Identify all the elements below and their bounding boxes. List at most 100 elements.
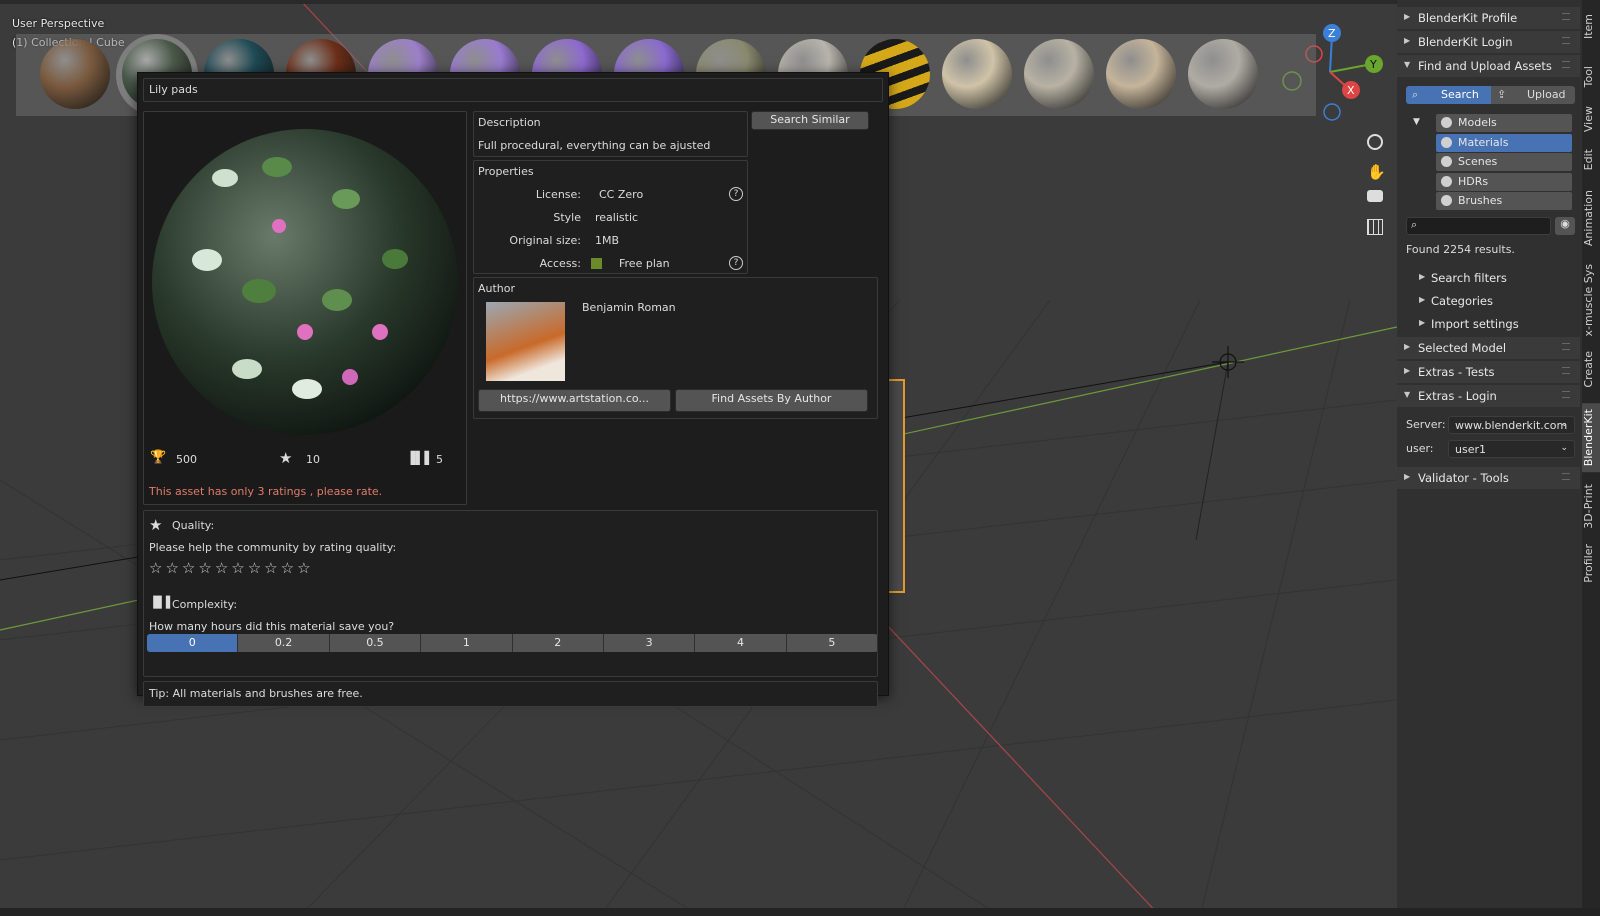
upload-tab-label: Upload xyxy=(1527,88,1566,101)
complexity-icon: ▐▌▌ xyxy=(406,451,434,465)
tab-view[interactable]: View xyxy=(1582,100,1600,138)
rating-warning: This asset has only 3 ratings , please r… xyxy=(149,485,383,498)
sidebar-search-input[interactable] xyxy=(1406,217,1551,235)
search-field-icon: ⌕ xyxy=(1411,218,1418,231)
category-brushes-icon xyxy=(1441,195,1452,206)
hours-option[interactable]: 2 xyxy=(513,634,604,652)
size-value: 1MB xyxy=(595,234,620,247)
rating-star-5[interactable]: ☆ xyxy=(215,559,228,577)
tab-3d-print[interactable]: 3D-Print xyxy=(1582,478,1600,535)
properties-label: Properties xyxy=(478,165,534,178)
user-dropdown[interactable]: user1 ⌄ xyxy=(1448,440,1575,458)
panel-profile[interactable]: ▶ BlenderKit Profile xyxy=(1397,7,1580,29)
asset-preview-panel: 🏆 500 ★ 10 ▐▌▌ 5 This asset has only 3 r… xyxy=(143,111,467,505)
search-similar-button[interactable]: Search Similar xyxy=(751,111,869,130)
panel-validator[interactable]: ▶ Validator - Tools xyxy=(1397,467,1580,489)
author-box: Author Benjamin Roman https://www.artsta… xyxy=(473,277,878,419)
quality-stars[interactable]: ☆ ☆ ☆ ☆ ☆ ☆ ☆ ☆ ☆ ☆ xyxy=(149,559,314,577)
category-materials[interactable]: Materials xyxy=(1436,133,1572,152)
zoom-icon[interactable] xyxy=(1367,134,1383,150)
panel-extras-login[interactable]: ▼ Extras - Login xyxy=(1397,385,1580,407)
rating-star-6[interactable]: ☆ xyxy=(231,559,244,577)
extras-tests-title: Extras - Tests xyxy=(1418,365,1495,379)
hours-option[interactable]: 0.5 xyxy=(330,634,422,652)
pan-hand-icon[interactable]: ✋ xyxy=(1367,163,1386,181)
panel-selected-model[interactable]: ▶ Selected Model xyxy=(1397,337,1580,359)
blenderkit-sidebar: ▶ BlenderKit Profile ▶ BlenderKit Login ▼ F… xyxy=(1397,0,1582,916)
tab-tool[interactable]: Tool xyxy=(1582,60,1600,93)
tip-box: Tip: All materials and brushes are free. xyxy=(143,681,878,707)
tab-blenderkit[interactable]: BlenderKit xyxy=(1582,403,1600,473)
panel-find-upload[interactable]: ▼ Find and Upload Assets xyxy=(1397,55,1580,77)
size-key: Original size: xyxy=(509,234,581,247)
thumbnail-tile-2[interactable] xyxy=(1024,39,1094,109)
thumbnail-wood[interactable] xyxy=(40,39,110,109)
hours-option[interactable]: 1 xyxy=(421,634,513,652)
author-avatar xyxy=(486,302,565,381)
rating-star-8[interactable]: ☆ xyxy=(264,559,277,577)
panel-extras-tests[interactable]: ▶ Extras - Tests xyxy=(1397,361,1580,383)
tab-item[interactable]: Item xyxy=(1582,8,1600,45)
camera-icon[interactable] xyxy=(1367,190,1383,202)
results-count: Found 2254 results. xyxy=(1406,243,1515,256)
server-value: www.blenderkit.com xyxy=(1455,419,1568,432)
tab-profiler[interactable]: Profiler xyxy=(1582,538,1600,589)
hours-option[interactable]: 4 xyxy=(695,634,787,652)
rating-star-3[interactable]: ☆ xyxy=(182,559,195,577)
search-tab-label: Search xyxy=(1441,88,1479,101)
category-scenes[interactable]: Scenes xyxy=(1436,153,1572,171)
access-help-icon[interactable]: ? xyxy=(729,256,743,270)
asset-title-box: Lily pads xyxy=(143,78,883,102)
license-key: License: xyxy=(535,188,581,201)
tab-animation[interactable]: Animation xyxy=(1582,184,1600,252)
categories-collapse-arrow[interactable]: ▼ xyxy=(1413,117,1420,127)
rating-star-7[interactable]: ☆ xyxy=(248,559,261,577)
thumbnail-tile-3[interactable] xyxy=(1106,39,1176,109)
viewport-perspective-label: User Perspective xyxy=(12,17,105,30)
top-header-strip xyxy=(0,0,1600,4)
sidebar-vertical-tabs: Item Tool View Edit Animation x-muscle Sys Cre… xyxy=(1582,0,1600,916)
hours-saved-selector[interactable]: 0 0.2 0.5 1 2 3 4 5 xyxy=(147,634,878,652)
asset-preview-sphere xyxy=(152,129,458,435)
asset-title: Lily pads xyxy=(149,83,198,96)
server-dropdown[interactable]: www.blenderkit.com ⌄ xyxy=(1448,416,1575,434)
thumbnail-tile-1[interactable] xyxy=(942,39,1012,109)
tab-edit[interactable]: Edit xyxy=(1582,143,1600,176)
tab-x-muscle-sys[interactable]: x-muscle Sys xyxy=(1582,258,1600,343)
search-tab[interactable]: ⌕ Search xyxy=(1406,86,1491,104)
thumbnail-tile-4[interactable] xyxy=(1188,39,1258,109)
complexity-prompt: How many hours did this material save yo… xyxy=(149,620,395,633)
subpanel-categories[interactable]: ▶ Categories xyxy=(1397,290,1580,312)
category-hdrs[interactable]: HDRs xyxy=(1436,172,1572,191)
upload-tab[interactable]: ⇪ Upload xyxy=(1491,86,1575,104)
rating-star-1[interactable]: ☆ xyxy=(149,559,162,577)
hours-option[interactable]: 5 xyxy=(787,634,878,652)
hours-option[interactable]: 3 xyxy=(604,634,696,652)
find-by-author-button[interactable]: Find Assets By Author xyxy=(675,389,868,412)
category-models[interactable]: Models xyxy=(1436,114,1572,132)
category-brushes[interactable]: Brushes xyxy=(1436,192,1572,210)
tab-create[interactable]: Create xyxy=(1582,345,1600,394)
hours-option[interactable]: 0.2 xyxy=(238,634,330,652)
rating-star-2[interactable]: ☆ xyxy=(165,559,178,577)
rating-star-9[interactable]: ☆ xyxy=(281,559,294,577)
search-filters-title: Search filters xyxy=(1431,271,1507,285)
category-label: HDRs xyxy=(1458,174,1489,188)
description-label: Description xyxy=(478,116,541,129)
hours-option[interactable]: 0 xyxy=(147,634,239,652)
access-value: Free plan xyxy=(619,257,670,270)
subpanel-search-filters[interactable]: ▶ Search filters xyxy=(1397,267,1580,289)
access-color-swatch xyxy=(591,258,602,269)
author-url-button[interactable]: https://www.artstation.co... xyxy=(478,389,671,412)
rating-star-10[interactable]: ☆ xyxy=(297,559,310,577)
rating-star-4[interactable]: ☆ xyxy=(198,559,211,577)
upload-tab-icon: ⇪ xyxy=(1497,88,1507,101)
eye-toggle-icon[interactable]: ◉ xyxy=(1555,217,1575,235)
panel-login[interactable]: ▶ BlenderKit Login xyxy=(1397,31,1580,53)
categories-title: Categories xyxy=(1431,294,1493,308)
star-icon: ★ xyxy=(279,449,293,467)
grid-view-icon[interactable] xyxy=(1367,219,1383,235)
license-help-icon[interactable]: ? xyxy=(729,187,743,201)
status-bar xyxy=(0,908,1600,916)
subpanel-import-settings[interactable]: ▶ Import settings xyxy=(1397,313,1580,335)
